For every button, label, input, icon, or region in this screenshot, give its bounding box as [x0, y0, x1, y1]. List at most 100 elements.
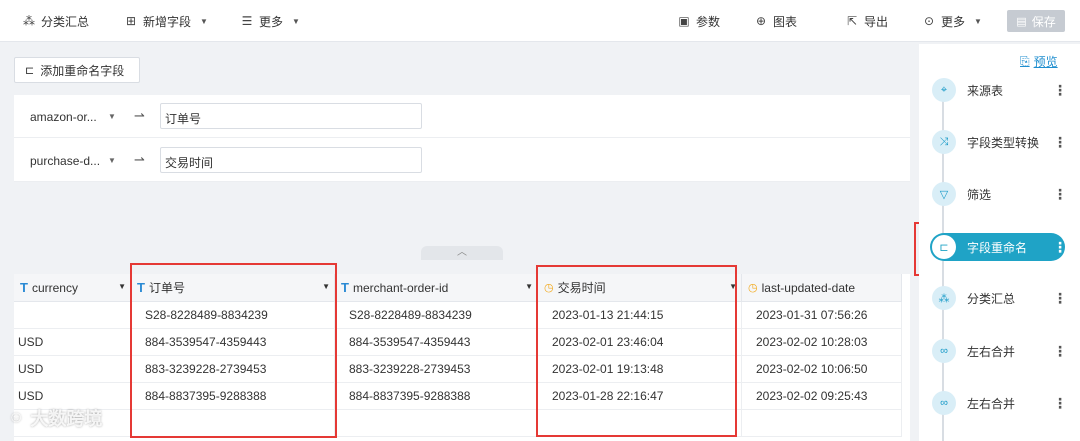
group-summary-button[interactable]: ⁂ 分类汇总 — [22, 12, 89, 30]
flow-step-merge[interactable]: ∞ 左右合并 ⋮ — [930, 337, 1067, 365]
more-vertical-icon[interactable]: ⋮ — [1053, 395, 1067, 412]
watermark: ☺ 大数跨境 — [8, 405, 102, 431]
flow-step-rename[interactable]: ⊏ 字段重命名 ⋮ — [930, 233, 1067, 261]
chevron-up-icon: ︿ — [457, 247, 467, 258]
group-icon: ⁂ — [932, 286, 956, 310]
flow-step-label: 字段重命名 — [967, 240, 1028, 255]
add-rename-field-label: 添加重命名字段 — [40, 63, 125, 78]
chevron-down-icon[interactable]: ▼ — [118, 282, 126, 291]
flow-step-label: 分类汇总 — [967, 291, 1016, 306]
chevron-down-icon: ▼ — [200, 16, 208, 26]
table-cell: 883-3239228-2739453 — [131, 356, 335, 383]
export-icon: ⇱ — [846, 14, 858, 28]
export-label: 导出 — [864, 14, 889, 29]
rename-arrow-icon: ⇀ — [134, 152, 145, 167]
column-header[interactable]: T currency ▼ — [14, 274, 131, 302]
save-label: 保存 — [1031, 14, 1056, 29]
table-cell: 884-3539547-4359443 — [335, 329, 538, 356]
table-cell: 883-3239228-2739453 — [335, 356, 538, 383]
table-cell: USD — [14, 329, 131, 356]
add-field-icon: ⊞ — [125, 14, 137, 28]
params-button[interactable]: ▣ 参数 — [677, 12, 720, 30]
table-cell — [742, 410, 902, 437]
watermark-text: 大数跨境 — [30, 409, 103, 429]
preview-label: 预览 — [1033, 55, 1058, 69]
export-button[interactable]: ⇱ 导出 — [845, 12, 888, 30]
more-vertical-icon[interactable]: ⋮ — [1053, 239, 1067, 256]
save-button[interactable]: ▤ 保存 — [1007, 10, 1065, 32]
rename-row: amazon-or... ▼ ⇀ 订单号 — [14, 95, 910, 138]
table-cell: S28-8228489-8834239 — [335, 302, 538, 329]
table-cell: USD — [14, 356, 131, 383]
new-name-input[interactable]: 订单号 — [160, 103, 422, 129]
flow-step-source-table[interactable]: ⌖ 来源表 ⋮ — [930, 76, 1067, 104]
more-vertical-icon[interactable]: ⋮ — [1053, 134, 1067, 151]
column-header[interactable]: ◷ 交易时间 ▼ — [538, 274, 742, 302]
text-type-icon: T — [341, 280, 349, 295]
list-icon: ☰ — [241, 14, 253, 28]
table-cell: 2023-01-13 21:44:15 — [538, 302, 742, 329]
column-header-label: last-updated-date — [761, 280, 856, 295]
flow-step-label: 筛选 — [967, 187, 992, 202]
column-header-label: merchant-order-id — [352, 280, 449, 295]
source-field-select[interactable]: amazon-or... — [30, 110, 110, 124]
collapse-toggle[interactable]: ︿ — [421, 246, 503, 260]
text-type-icon: T — [20, 280, 28, 295]
params-label: 参数 — [696, 14, 721, 29]
column-header-label: 交易时间 — [557, 281, 606, 295]
flow-step-label: 左右合并 — [967, 396, 1016, 411]
preview-icon: ⎘ — [1020, 54, 1030, 68]
more-label: 更多 — [259, 14, 284, 29]
add-field-button[interactable]: ⊞ 新增字段 ▼ — [124, 12, 208, 30]
filter-icon: ▽ — [932, 182, 956, 206]
more-button[interactable]: ☰ 更多 ▼ — [240, 12, 300, 30]
flow-step-type-convert[interactable]: ⤨ 字段类型转换 ⋮ — [930, 128, 1067, 156]
column-header-label: currency — [31, 280, 78, 295]
text-type-icon: T — [137, 280, 145, 295]
more-vertical-icon[interactable]: ⋮ — [1053, 343, 1067, 360]
flow-step-label: 字段类型转换 — [967, 135, 1040, 150]
toolbar: ⁂ 分类汇总 ⊞ 新增字段 ▼ ☰ 更多 ▼ ▣ 参数 ⊕ 图表 ⇱ 导出 ⊙ … — [0, 0, 1080, 42]
table-cell: S28-8228489-8834239 — [131, 302, 335, 329]
column-header[interactable]: T merchant-order-id ▼ — [335, 274, 538, 302]
column-header[interactable]: T 订单号 ▼ — [131, 274, 335, 302]
source-field-select[interactable]: purchase-d... — [30, 154, 110, 168]
chevron-down-icon[interactable]: ▼ — [729, 282, 737, 291]
flow-step-label: 来源表 — [967, 83, 1004, 98]
plus-circle-icon: ⊕ — [755, 14, 767, 28]
more-vertical-icon[interactable]: ⋮ — [1053, 290, 1067, 307]
shuffle-icon: ⤨ — [932, 130, 956, 154]
table-cell — [538, 410, 742, 437]
column-header[interactable]: ◷ last-updated-date — [742, 274, 902, 302]
save-icon: ▤ — [1016, 15, 1027, 28]
chevron-down-icon[interactable]: ▼ — [525, 282, 533, 291]
table-cell — [14, 302, 131, 329]
more-vertical-icon[interactable]: ⋮ — [1053, 82, 1067, 99]
chevron-down-icon[interactable]: ▼ — [108, 112, 116, 121]
new-name-input[interactable]: 交易时间 — [160, 147, 422, 173]
more-right-button[interactable]: ⊙ 更多 ▼ — [922, 12, 982, 30]
more-right-label: 更多 — [941, 14, 966, 29]
table-cell: 2023-02-02 09:25:43 — [742, 383, 902, 410]
chevron-down-icon: ▼ — [292, 16, 300, 26]
table-cell: 2023-01-28 22:16:47 — [538, 383, 742, 410]
table-cell: 2023-02-01 23:46:04 — [538, 329, 742, 356]
chart-button[interactable]: ⊕ 图表 — [754, 12, 797, 30]
flow-step-filter[interactable]: ▽ 筛选 ⋮ — [930, 180, 1067, 208]
rename-arrow-icon: ⇀ — [134, 108, 145, 123]
chevron-down-icon[interactable]: ▼ — [322, 282, 330, 291]
chevron-down-icon[interactable]: ▼ — [108, 156, 116, 165]
merge-icon: ∞ — [932, 339, 956, 363]
preview-link[interactable]: ⎘ 预览 — [1020, 53, 1058, 70]
table-cell: 2023-02-02 10:06:50 — [742, 356, 902, 383]
add-rename-field-button[interactable]: ⊏ 添加重命名字段 — [14, 57, 140, 83]
flow-step-group-summary[interactable]: ⁂ 分类汇总 ⋮ — [930, 284, 1067, 312]
flow-step-label: 左右合并 — [967, 344, 1016, 359]
source-icon: ⌖ — [932, 78, 956, 102]
flow-step-merge[interactable]: ∞ 左右合并 ⋮ — [930, 389, 1067, 417]
params-icon: ▣ — [678, 14, 690, 28]
table-cell: 2023-02-01 19:13:48 — [538, 356, 742, 383]
group-summary-icon: ⁂ — [23, 14, 35, 28]
more-vertical-icon[interactable]: ⋮ — [1053, 186, 1067, 203]
table-cell: 2023-02-02 10:28:03 — [742, 329, 902, 356]
